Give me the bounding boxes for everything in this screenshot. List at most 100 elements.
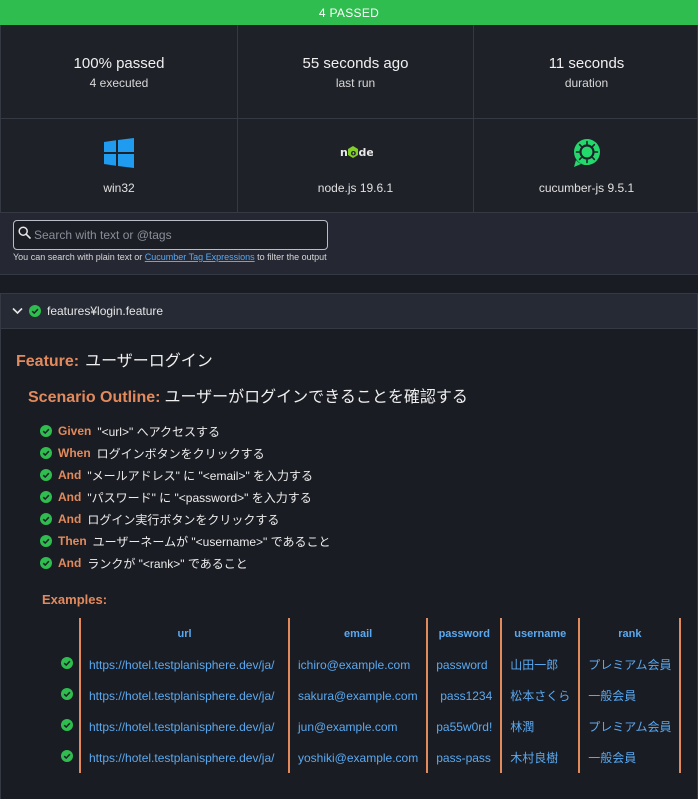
step: And "メールアドレス" に "<email>" を入力する (40, 466, 313, 484)
column-header-username: username (500, 618, 580, 649)
svg-text:de: de (358, 146, 373, 159)
stat-duration-value: 11 seconds (548, 55, 625, 72)
cell-email: ichiro@example.com (287, 649, 428, 680)
env-tool: cucumber-js 9.5.1 (474, 119, 698, 213)
env-runtime: n o de node.js 19.6.1 (238, 119, 474, 213)
step-text: ログイン実行ボタンをクリックする (87, 512, 280, 527)
step-passed-icon (40, 425, 52, 437)
stat-last-run-value: 55 seconds ago (302, 55, 409, 72)
search-hint-prefix: You can search with plain text or (13, 252, 145, 262)
table-row: https://hotel.testplanisphere.dev/ja/ ic… (54, 649, 683, 680)
tag-expressions-link[interactable]: Cucumber Tag Expressions (145, 252, 255, 262)
column-header-rank: rank (578, 618, 681, 649)
feature-path: features¥login.feature (47, 304, 164, 318)
cell-password: pa55w0rd! (426, 711, 502, 742)
stat-duration-sub: duration (564, 76, 609, 90)
cell-username: 木村良樹 (500, 742, 580, 773)
status-banner-text: 4 PASSED (318, 5, 380, 20)
row-passed-icon (54, 649, 80, 680)
step-passed-icon (40, 513, 52, 525)
step-keyword: When (58, 446, 91, 460)
step: Then ユーザーネームが "<username>" であること (40, 532, 331, 550)
row-passed-icon (54, 680, 80, 711)
step-keyword: And (58, 490, 82, 504)
step-passed-icon (40, 557, 52, 569)
cell-rank: 一般会員 (578, 742, 681, 773)
step: And ランクが "<rank>" であること (40, 554, 248, 572)
row-passed-icon (54, 742, 80, 773)
feature-header[interactable]: features¥login.feature (0, 293, 698, 329)
cucumber-logo-icon (571, 137, 603, 169)
stat-duration: 11 seconds duration (474, 25, 698, 119)
scenario-name: ユーザーがログインできることを確認する (164, 389, 468, 406)
svg-text:o: o (350, 148, 356, 157)
passed-check-icon (29, 305, 41, 317)
search-input[interactable] (34, 228, 314, 242)
step-keyword: And (58, 556, 82, 570)
chevron-down-icon[interactable] (12, 307, 23, 315)
table-row: https://hotel.testplanisphere.dev/ja/ sa… (54, 680, 683, 711)
step-passed-icon (40, 447, 52, 459)
cell-rank: プレミアム会員 (578, 711, 681, 742)
stat-last-run-sub: last run (335, 76, 376, 90)
cell-url: https://hotel.testplanisphere.dev/ja/ (79, 680, 289, 711)
step: And "パスワード" に "<password>" を入力する (40, 488, 312, 506)
search-hint: You can search with plain text or Cucumb… (13, 252, 327, 262)
table-row: https://hotel.testplanisphere.dev/ja/ ju… (54, 711, 683, 742)
svg-text:n: n (340, 146, 348, 159)
cell-username: 山田一郎 (500, 649, 580, 680)
row-passed-icon (54, 711, 80, 742)
summary-panel: 100% passed 4 executed 55 seconds ago la… (0, 25, 698, 213)
cell-url: https://hotel.testplanisphere.dev/ja/ (79, 742, 289, 773)
step-text: ユーザーネームが "<username>" であること (92, 534, 331, 549)
table-header-row: url email password username rank (54, 618, 683, 649)
env-os-label: win32 (103, 181, 135, 195)
feature-title: Feature: ユーザーログイン (16, 347, 213, 371)
step-keyword: And (58, 468, 82, 482)
status-banner: 4 PASSED (0, 0, 698, 25)
step-passed-icon (40, 491, 52, 503)
cell-rank: プレミアム会員 (578, 649, 681, 680)
step-keyword: Then (58, 534, 87, 548)
search-box[interactable] (13, 220, 328, 250)
feature-keyword: Feature: (16, 353, 80, 370)
stat-passed-sub: 4 executed (89, 76, 149, 90)
step-text: "パスワード" に "<password>" を入力する (87, 490, 312, 505)
scenario-title: Scenario Outline: ユーザーがログインできることを確認する (28, 383, 468, 407)
step-text: ログインボタンをクリックする (96, 446, 265, 461)
step-text: "メールアドレス" に "<email>" を入力する (87, 468, 314, 483)
search-hint-suffix: to filter the output (254, 252, 327, 262)
env-os: win32 (1, 119, 238, 213)
step: And ログイン実行ボタンをクリックする (40, 510, 279, 528)
cell-email: jun@example.com (287, 711, 428, 742)
feature-name: ユーザーログイン (85, 353, 213, 370)
cell-username: 松本さくら (500, 680, 580, 711)
cell-url: https://hotel.testplanisphere.dev/ja/ (79, 711, 289, 742)
step-keyword: And (58, 512, 82, 526)
column-header-url: url (79, 618, 289, 649)
step-keyword: Given (58, 424, 92, 438)
cell-username: 林潤 (500, 711, 580, 742)
cell-password: pass1234 (426, 680, 502, 711)
stat-passed: 100% passed 4 executed (1, 25, 238, 119)
step-text: ランクが "<rank>" であること (87, 556, 248, 571)
column-header-email: email (287, 618, 428, 649)
windows-logo-icon (103, 137, 135, 169)
examples-label: Examples: (42, 592, 108, 607)
table-row: https://hotel.testplanisphere.dev/ja/ yo… (54, 742, 683, 773)
cell-url: https://hotel.testplanisphere.dev/ja/ (79, 649, 289, 680)
column-header-password: password (426, 618, 502, 649)
step: When ログインボタンをクリックする (40, 444, 265, 462)
scenario-keyword: Scenario Outline: (28, 389, 161, 406)
step-passed-icon (40, 535, 52, 547)
cell-email: yoshiki@example.com (287, 742, 428, 773)
env-runtime-label: node.js 19.6.1 (317, 181, 394, 195)
cell-rank: 一般会員 (578, 680, 681, 711)
env-tool-label: cucumber-js 9.5.1 (538, 181, 635, 195)
search-icon (18, 226, 31, 244)
step-text: "<url>" へアクセスする (97, 424, 220, 439)
examples-table: url email password username rank https:/… (54, 618, 683, 773)
stat-passed-value: 100% passed (73, 55, 165, 72)
step-passed-icon (40, 469, 52, 481)
step: Given "<url>" へアクセスする (40, 422, 220, 440)
